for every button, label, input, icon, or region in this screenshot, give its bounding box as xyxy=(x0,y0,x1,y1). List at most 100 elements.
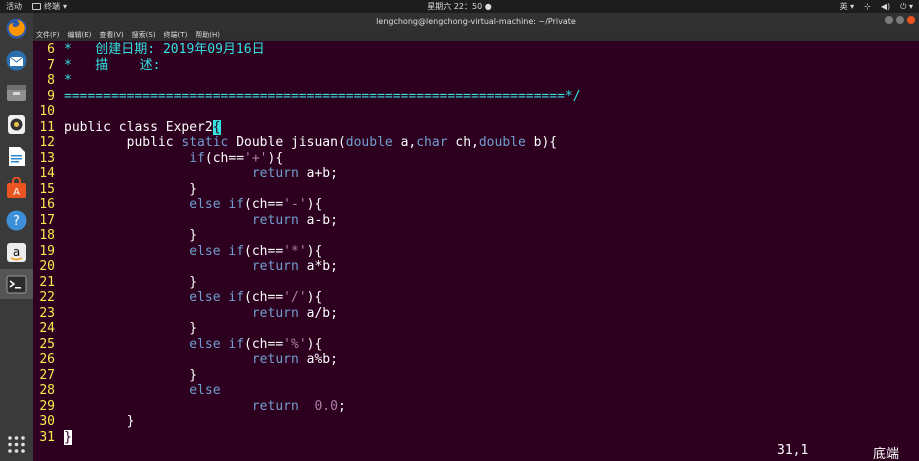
close-button[interactable] xyxy=(907,16,915,24)
activities-button[interactable]: 活动 xyxy=(6,0,22,13)
code-line[interactable]: 14 return a+b; xyxy=(33,166,581,182)
app-menu[interactable]: 终端 ▾ xyxy=(32,0,67,13)
code-line[interactable]: 10 xyxy=(33,104,581,120)
code-token: else xyxy=(189,383,221,398)
code-token: ){ xyxy=(306,336,323,352)
notification-dot-icon: ● xyxy=(482,2,492,11)
code-token: return xyxy=(251,305,299,321)
input-method-indicator[interactable]: 英 ▾ xyxy=(840,0,855,13)
code-token: (ch== xyxy=(244,197,284,212)
code-editor[interactable]: 6 * 创建日期: 2019年09月16日 7 * 描 述: 8 * 9 ==========… xyxy=(33,42,581,445)
libreoffice-writer-icon[interactable] xyxy=(5,145,28,168)
code-line[interactable]: 22 else if(ch=='/'){ xyxy=(33,290,581,306)
code-token: a/b; xyxy=(298,305,338,321)
code-line[interactable]: 15 } xyxy=(33,182,581,198)
line-number: 22 xyxy=(39,290,55,305)
code-line[interactable]: 19 else if(ch=='*'){ xyxy=(33,244,581,260)
amazon-icon[interactable]: a xyxy=(5,241,28,264)
terminal-content[interactable]: 6 * 创建日期: 2019年09月16日 7 * 描 述: 8 * 9 ==========… xyxy=(33,41,919,461)
files-icon[interactable] xyxy=(5,81,28,104)
volume-icon[interactable]: ◀) xyxy=(881,0,890,13)
window-controls xyxy=(885,16,915,24)
terminal-app-icon xyxy=(32,3,41,10)
svg-text:A: A xyxy=(13,187,20,198)
code-token: (ch== xyxy=(244,336,284,352)
code-token: char xyxy=(416,135,448,150)
code-line[interactable]: 7 * 描 述: xyxy=(33,58,581,74)
line-number: 15 xyxy=(39,181,55,197)
code-line[interactable]: 16 else if(ch=='-'){ xyxy=(33,197,581,213)
code-token: ){ xyxy=(267,150,284,166)
menu-edit[interactable]: 编辑(E) xyxy=(68,30,92,41)
rhythmbox-icon[interactable] xyxy=(5,113,28,136)
power-icon[interactable]: ⏻ ▾ xyxy=(900,0,913,13)
code-line[interactable]: 25 else if(ch=='%'){ xyxy=(33,337,581,353)
code-token: * 描 述: xyxy=(64,57,161,73)
top-panel: 活动 终端 ▾ 星期六 22：50 ● 英 ▾ ⊹ ◀) ⏻ ▾ xyxy=(0,0,919,13)
code-line[interactable]: 29 return 0.0; xyxy=(33,399,581,415)
menu-file[interactable]: 文件(F) xyxy=(36,30,60,41)
code-line[interactable]: 18 } xyxy=(33,228,581,244)
menu-search[interactable]: 搜索(S) xyxy=(132,30,156,41)
code-token: double xyxy=(478,135,526,150)
code-token: } xyxy=(64,181,198,197)
code-token: a+b; xyxy=(298,166,338,181)
code-line[interactable]: 30 } xyxy=(33,414,581,430)
window-title-bar[interactable]: lengchong@lengchong-virtual-machine: ~/P… xyxy=(33,13,919,30)
menu-view[interactable]: 查看(V) xyxy=(99,30,123,41)
code-token: return xyxy=(251,166,299,181)
code-token: return xyxy=(251,259,299,274)
text-cursor: { xyxy=(212,119,221,135)
code-line[interactable]: 21 } xyxy=(33,275,581,291)
code-token: } xyxy=(64,228,198,243)
code-token: else if xyxy=(189,197,245,212)
code-line[interactable]: 24 } xyxy=(33,321,581,337)
code-line[interactable]: 8 * xyxy=(33,73,581,89)
svg-text:?: ? xyxy=(13,214,20,229)
line-number: 7 xyxy=(47,57,55,73)
minimize-button[interactable] xyxy=(885,16,893,24)
line-number: 14 xyxy=(39,166,55,181)
code-line[interactable]: 12 public static Double jisuan(double a,… xyxy=(33,135,581,151)
code-token: '%' xyxy=(283,336,307,352)
code-token: public class Exper2 xyxy=(64,119,213,135)
code-line[interactable]: 23 return a/b; xyxy=(33,306,581,322)
line-number: 26 xyxy=(39,352,55,367)
firefox-icon[interactable] xyxy=(5,17,28,40)
show-apps-icon[interactable] xyxy=(5,433,28,456)
clock[interactable]: 星期六 22：50 xyxy=(427,2,482,11)
line-number: 21 xyxy=(39,274,55,290)
code-line[interactable]: 27 } xyxy=(33,368,581,384)
menu-terminal[interactable]: 终端(T) xyxy=(164,30,188,41)
code-line[interactable]: 20 return a*b; xyxy=(33,259,581,275)
thunderbird-icon[interactable] xyxy=(5,49,28,72)
code-token: '*' xyxy=(283,243,307,259)
code-line[interactable]: 6 * 创建日期: 2019年09月16日 xyxy=(33,42,581,58)
line-number: 13 xyxy=(39,150,55,166)
code-token: return xyxy=(251,212,299,228)
cursor-position: 31,1 xyxy=(777,443,809,458)
maximize-button[interactable] xyxy=(896,16,904,24)
software-center-icon[interactable]: A xyxy=(5,177,28,200)
code-line[interactable]: 9 =======================================… xyxy=(33,89,580,105)
code-token: } xyxy=(64,414,135,429)
network-icon[interactable]: ⊹ xyxy=(864,0,871,13)
terminal-icon[interactable] xyxy=(5,273,28,296)
code-token: return xyxy=(251,352,299,367)
scroll-indicator: 底端 xyxy=(873,447,900,461)
code-line[interactable]: 11 public class Exper2{ xyxy=(33,119,581,136)
code-line[interactable]: 26 return a%b; xyxy=(33,352,581,368)
code-line[interactable]: 13 if(ch=='+'){ xyxy=(33,151,581,167)
menu-help[interactable]: 帮助(H) xyxy=(195,30,220,41)
help-icon[interactable]: ? xyxy=(5,209,28,232)
code-line[interactable]: 28 else xyxy=(33,383,581,399)
code-line[interactable]: 17 return a-b; xyxy=(33,213,581,229)
line-number: 17 xyxy=(39,212,55,228)
